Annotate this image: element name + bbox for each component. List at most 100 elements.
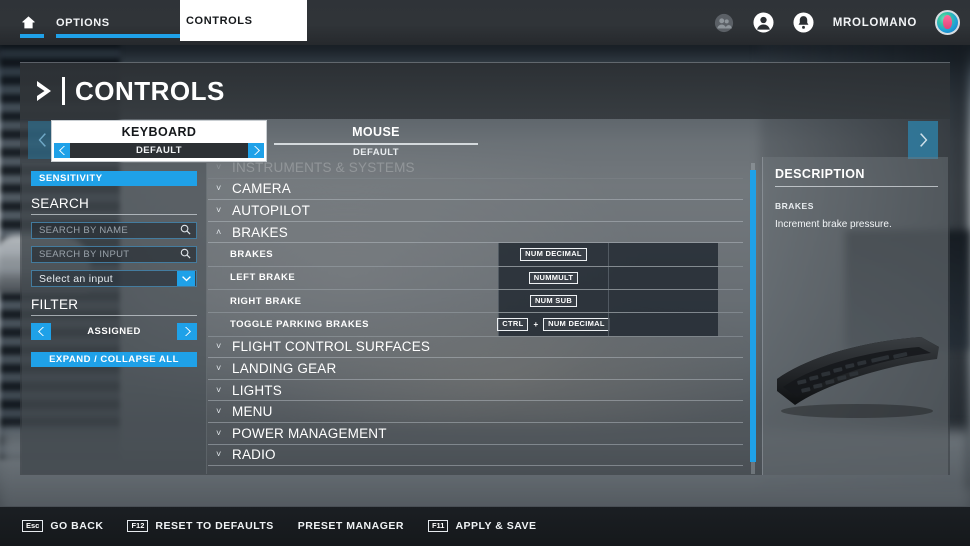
binding-row[interactable]: LEFT BRAKE NUMMULT [208,266,743,290]
controls-sidebar: SENSITIVITY SEARCH SEARCH BY NAME SEARCH… [22,163,207,474]
bottom-bar-action[interactable]: Esc GO BACK [22,519,104,533]
avatar[interactable] [935,10,960,35]
bottom-bar-label: GO BACK [50,520,104,532]
magnifier-icon[interactable] [180,246,191,264]
search-by-name-input[interactable]: SEARCH BY NAME [31,222,197,239]
chevron-down-icon[interactable]: ˅ [216,205,232,215]
chevron-down-icon[interactable]: ˅ [216,363,232,373]
chevron-right-icon [920,133,928,147]
group-name: MENU [232,404,273,420]
search-section: SEARCH SEARCH BY NAME SEARCH BY INPUT Se… [31,196,197,287]
filter-prev-button[interactable] [31,323,51,340]
search-by-input-placeholder: SEARCH BY INPUT [39,249,130,260]
tab-controls-label: CONTROLS [186,14,253,27]
bottom-bar-action[interactable]: PRESET MANAGER [298,520,404,532]
tab-options-underline [56,34,182,38]
group-row[interactable]: ˅ RADIO [208,445,743,467]
group-row[interactable]: ˅ MENU [208,401,743,423]
binding-primary-cell[interactable]: CTRL + NUM DECIMAL [497,313,610,336]
expand-collapse-all-button[interactable]: EXPAND / COLLAPSE ALL [31,352,197,367]
top-tab-list: OPTIONS [0,0,186,45]
bottom-action-bar: Esc GO BACK F12 RESET TO DEFAULTS PRESET MAN… [0,506,970,546]
description-action-name: BRAKES [775,201,814,211]
binding-primary-cell[interactable]: NUMMULT [498,266,608,289]
device-card-mouse[interactable]: MOUSE DEFAULT [272,121,480,161]
binding-row[interactable]: TOGGLE PARKING BRAKES CTRL + NUM DECIMAL [208,313,743,337]
binding-action-name: RIGHT BRAKE [230,295,302,307]
group-row[interactable]: ˄ BRAKES [208,222,743,244]
bindings-list[interactable]: ˅ INSTRUMENTS & SYSTEMS ˅ CAMERA ˅ AUTOPILOT ˄… [208,157,743,475]
bottom-bar-key: F12 [127,519,149,533]
tab-options-label: OPTIONS [56,16,110,29]
filter-value: ASSIGNED [87,326,141,337]
profile-icon[interactable] [753,12,775,34]
bottom-bar-action[interactable]: F12 RESET TO DEFAULTS [127,519,273,533]
binding-action-name: TOGGLE PARKING BRAKES [230,318,369,330]
chevron-up-icon[interactable]: ˄ [216,227,232,237]
binding-secondary-cell[interactable] [608,243,718,266]
description-title: DESCRIPTION [775,167,865,181]
preset-next-button-keyboard[interactable] [248,143,264,158]
group-name: POWER MANAGEMENT [232,425,387,441]
magnifier-icon[interactable] [180,222,191,240]
group-row[interactable]: ˅ FLIGHT CONTROL SURFACES [208,337,743,359]
binding-secondary-cell[interactable] [608,313,718,336]
chevron-down-icon[interactable] [177,271,195,286]
keycap: NUM SUB [529,294,578,308]
chevron-down-icon[interactable]: ˅ [216,428,232,438]
group-row[interactable]: ˅ AUTOPILOT [208,200,743,222]
group-row[interactable]: ˅ LIGHTS [208,380,743,402]
tab-options[interactable]: OPTIONS [56,0,186,45]
scrollbar-thumb[interactable] [750,170,756,462]
binding-secondary-cell[interactable] [608,289,718,313]
group-name: CAMERA [232,181,291,197]
top-bar-account-area: MROLOMANO [713,0,960,45]
bottom-bar-key: F11 [427,519,449,533]
bottom-bar-divider [0,506,970,507]
bell-icon[interactable] [793,12,815,34]
description-text: Increment brake pressure. [775,219,892,230]
chevron-left-icon [37,327,44,336]
binding-row[interactable]: BRAKES NUM DECIMAL [208,243,743,267]
group-row[interactable]: ˅ LANDING GEAR [208,358,743,380]
chevron-down-icon[interactable]: ˅ [216,385,232,395]
group-row[interactable]: ˅ INSTRUMENTS & SYSTEMS [208,157,743,179]
home-tab[interactable] [0,0,56,45]
device-next-button[interactable] [908,121,938,159]
friends-icon[interactable] [713,12,735,34]
group-name: BRAKES [232,224,288,240]
tab-controls[interactable]: CONTROLS [180,0,307,41]
search-by-input-input[interactable]: SEARCH BY INPUT [31,246,197,263]
top-navigation-bar: OPTIONS CONTROLS MROLOMANO [0,0,970,45]
binding-action-name: LEFT BRAKE [230,272,296,284]
device-card-keyboard[interactable]: KEYBOARD DEFAULT [51,120,267,162]
group-row[interactable]: ˅ POWER MANAGEMENT [208,423,743,445]
group-name: LIGHTS [232,382,282,398]
chevron-left-icon [38,133,46,147]
chevron-right-icon [184,327,191,336]
select-input-value: Select an input [39,272,113,285]
bottom-bar-action[interactable]: F11 APPLY & SAVE [427,519,537,533]
binding-primary-cell[interactable]: NUM SUB [498,289,608,313]
binding-primary-cell[interactable]: NUM DECIMAL [498,243,608,266]
header-divider [62,77,65,105]
binding-row[interactable]: RIGHT BRAKE NUM SUB [208,289,743,314]
search-title: SEARCH [31,196,90,211]
chevron-down-icon[interactable]: ˅ [216,407,232,416]
filter-next-button[interactable] [177,323,197,340]
filter-title: FILTER [31,297,79,312]
keycap: NUMMULT [528,271,579,285]
chevron-down-icon[interactable]: ˅ [216,342,232,351]
chevron-down-icon[interactable]: ˅ [216,162,232,172]
select-input-dropdown[interactable]: Select an input [31,270,197,287]
chevron-right-icon [34,78,56,104]
binding-secondary-cell[interactable] [608,266,718,289]
preset-prev-button-keyboard[interactable] [54,143,70,158]
bindings-scrollbar[interactable] [749,163,757,474]
expand-collapse-all-label: EXPAND / COLLAPSE ALL [49,354,179,365]
group-row[interactable]: ˅ CAMERA [208,179,743,201]
sensitivity-button[interactable]: SENSITIVITY [31,171,197,186]
chevron-down-icon[interactable]: ˅ [216,450,232,459]
chevron-down-icon[interactable]: ˅ [216,184,232,193]
device-preset-keyboard: DEFAULT [136,145,182,156]
